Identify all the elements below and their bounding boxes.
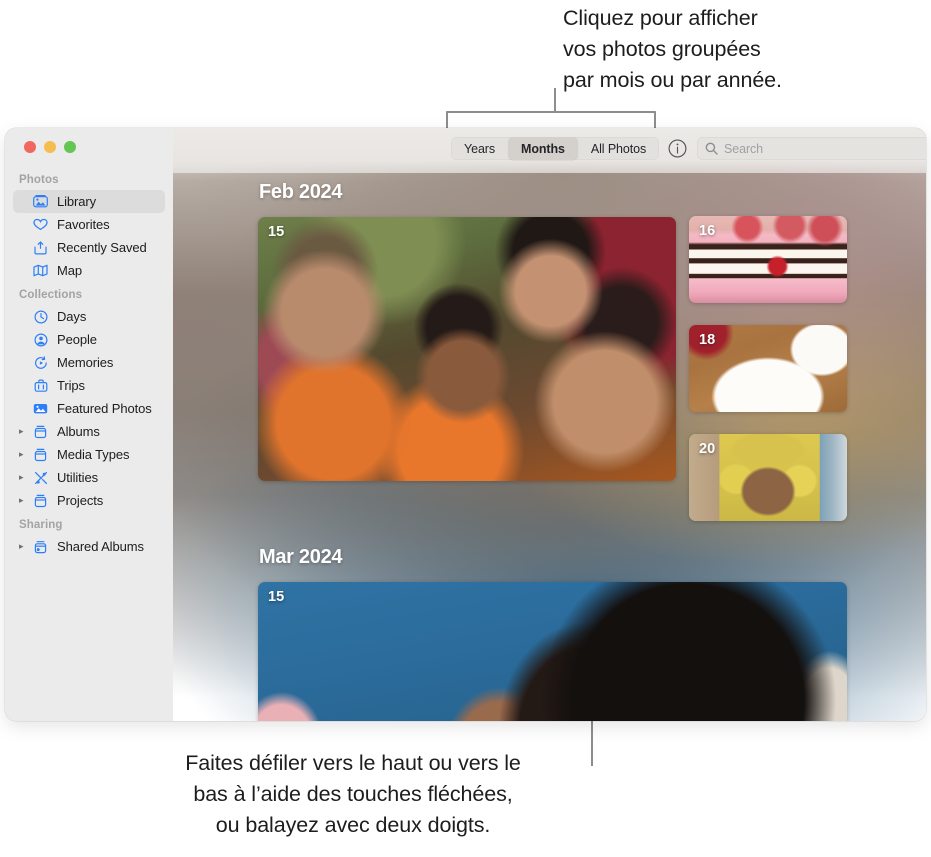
featured-photo-icon [31, 402, 50, 415]
day-badge: 15 [268, 224, 285, 240]
callout-top-stem [554, 88, 556, 112]
sidebar-item-label: Favorites [57, 217, 110, 232]
day-badge: 15 [268, 589, 285, 605]
sidebar-item-map[interactable]: ▸ Map [13, 259, 165, 282]
sidebar-item-label: Utilities [57, 470, 98, 485]
sidebar-section-sharing: Sharing [19, 519, 63, 531]
month-group-feb-2024: Feb 2024 15 16 18 20 [173, 173, 926, 521]
day-badge: 20 [699, 441, 716, 457]
sidebar-item-people[interactable]: ▸ People [13, 328, 165, 351]
photos-window: Photos ▸ Library ▸ [5, 128, 926, 721]
window-controls [24, 141, 76, 153]
memories-play-icon [31, 355, 50, 370]
sidebar-item-favorites[interactable]: ▸ Favorites [13, 213, 165, 236]
close-button[interactable] [24, 141, 36, 153]
suitcase-icon [31, 379, 50, 393]
sidebar-item-shared-albums[interactable]: ▸ Shared Albums [13, 535, 165, 558]
clock-icon [31, 309, 50, 324]
day-badge: 16 [699, 223, 716, 239]
sidebar-item-label: People [57, 332, 97, 347]
photo-tile[interactable]: 16 [689, 216, 847, 303]
sidebar-item-trips[interactable]: ▸ Trips [13, 374, 165, 397]
tools-icon [31, 471, 50, 485]
photo-tile[interactable]: 15 [258, 582, 847, 721]
segment-all-photos[interactable]: All Photos [578, 137, 659, 160]
month-title: Feb 2024 [259, 181, 343, 203]
minimize-button[interactable] [44, 141, 56, 153]
segment-months[interactable]: Months [508, 137, 578, 160]
photo-thumbnail [258, 217, 676, 481]
shared-album-icon [31, 540, 50, 554]
toolbar: Years Months All Photos Search [173, 128, 926, 173]
photo-grid: Feb 2024 15 16 18 20 Mar 2024 15 [173, 173, 926, 721]
photo-tile[interactable]: 20 [689, 434, 847, 521]
day-badge: 18 [699, 332, 716, 348]
sidebar-item-media-types[interactable]: ▸ Media Types [13, 443, 165, 466]
screenshot-root: Cliquez pour afficher vos photos groupée… [0, 0, 931, 857]
sidebar-item-label: Media Types [57, 447, 130, 462]
album-box-icon [31, 448, 50, 462]
album-box-icon [31, 494, 50, 508]
sidebar-item-library[interactable]: ▸ Library [13, 190, 165, 213]
sidebar-item-label: Memories [57, 355, 114, 370]
chevron-right-icon[interactable]: ▸ [19, 449, 30, 460]
tray-download-icon [31, 240, 50, 255]
sidebar-item-label: Trips [57, 378, 85, 393]
photos-content: Feb 2024 15 16 18 20 Mar 2024 15 Years M… [173, 128, 926, 721]
callout-bottom-text: Faites défiler vers le haut ou vers le b… [185, 751, 521, 837]
sidebar-item-albums[interactable]: ▸ Albums [13, 420, 165, 443]
sidebar-item-label: Shared Albums [57, 539, 144, 554]
album-box-icon [31, 425, 50, 439]
heart-icon [31, 218, 50, 231]
segment-years[interactable]: Years [451, 137, 508, 160]
photo-thumbnail [258, 582, 847, 721]
sidebar-list: Photos ▸ Library ▸ [5, 167, 173, 558]
sidebar-item-recently-saved[interactable]: ▸ Recently Saved [13, 236, 165, 259]
sidebar-item-label: Featured Photos [57, 401, 152, 416]
sidebar: Photos ▸ Library ▸ [5, 128, 174, 721]
month-title: Mar 2024 [259, 546, 343, 568]
chevron-right-icon[interactable]: ▸ [19, 472, 30, 483]
search-field[interactable]: Search [697, 137, 926, 160]
chevron-right-icon[interactable]: ▸ [19, 495, 30, 506]
chevron-right-icon[interactable]: ▸ [19, 426, 30, 437]
sidebar-section-collections: Collections [19, 289, 83, 301]
zoom-button[interactable] [64, 141, 76, 153]
sidebar-item-utilities[interactable]: ▸ Utilities [13, 466, 165, 489]
search-placeholder: Search [724, 141, 764, 156]
sidebar-item-memories[interactable]: ▸ Memories [13, 351, 165, 374]
sidebar-section-photos: Photos [19, 174, 59, 186]
photo-tile[interactable]: 15 [258, 217, 676, 481]
sidebar-item-label: Library [57, 194, 97, 209]
sidebar-item-label: Map [57, 263, 82, 278]
sidebar-item-days[interactable]: ▸ Days [13, 305, 165, 328]
chevron-right-icon[interactable]: ▸ [19, 541, 30, 552]
sidebar-item-label: Days [57, 309, 87, 324]
view-mode-segmented-control[interactable]: Years Months All Photos [451, 137, 660, 160]
person-circle-icon [31, 332, 50, 347]
sidebar-item-featured-photos[interactable]: ▸ Featured Photos [13, 397, 165, 420]
sidebar-item-label: Albums [57, 424, 100, 439]
search-icon [705, 142, 718, 155]
photo-library-icon [31, 195, 50, 208]
sidebar-item-label: Recently Saved [57, 240, 147, 255]
callout-top-text: Cliquez pour afficher vos photos groupée… [563, 6, 782, 92]
info-icon[interactable] [668, 139, 687, 158]
sidebar-item-label: Projects [57, 493, 104, 508]
map-icon [31, 264, 50, 277]
photo-tile[interactable]: 18 [689, 325, 847, 412]
sidebar-item-projects[interactable]: ▸ Projects [13, 489, 165, 512]
